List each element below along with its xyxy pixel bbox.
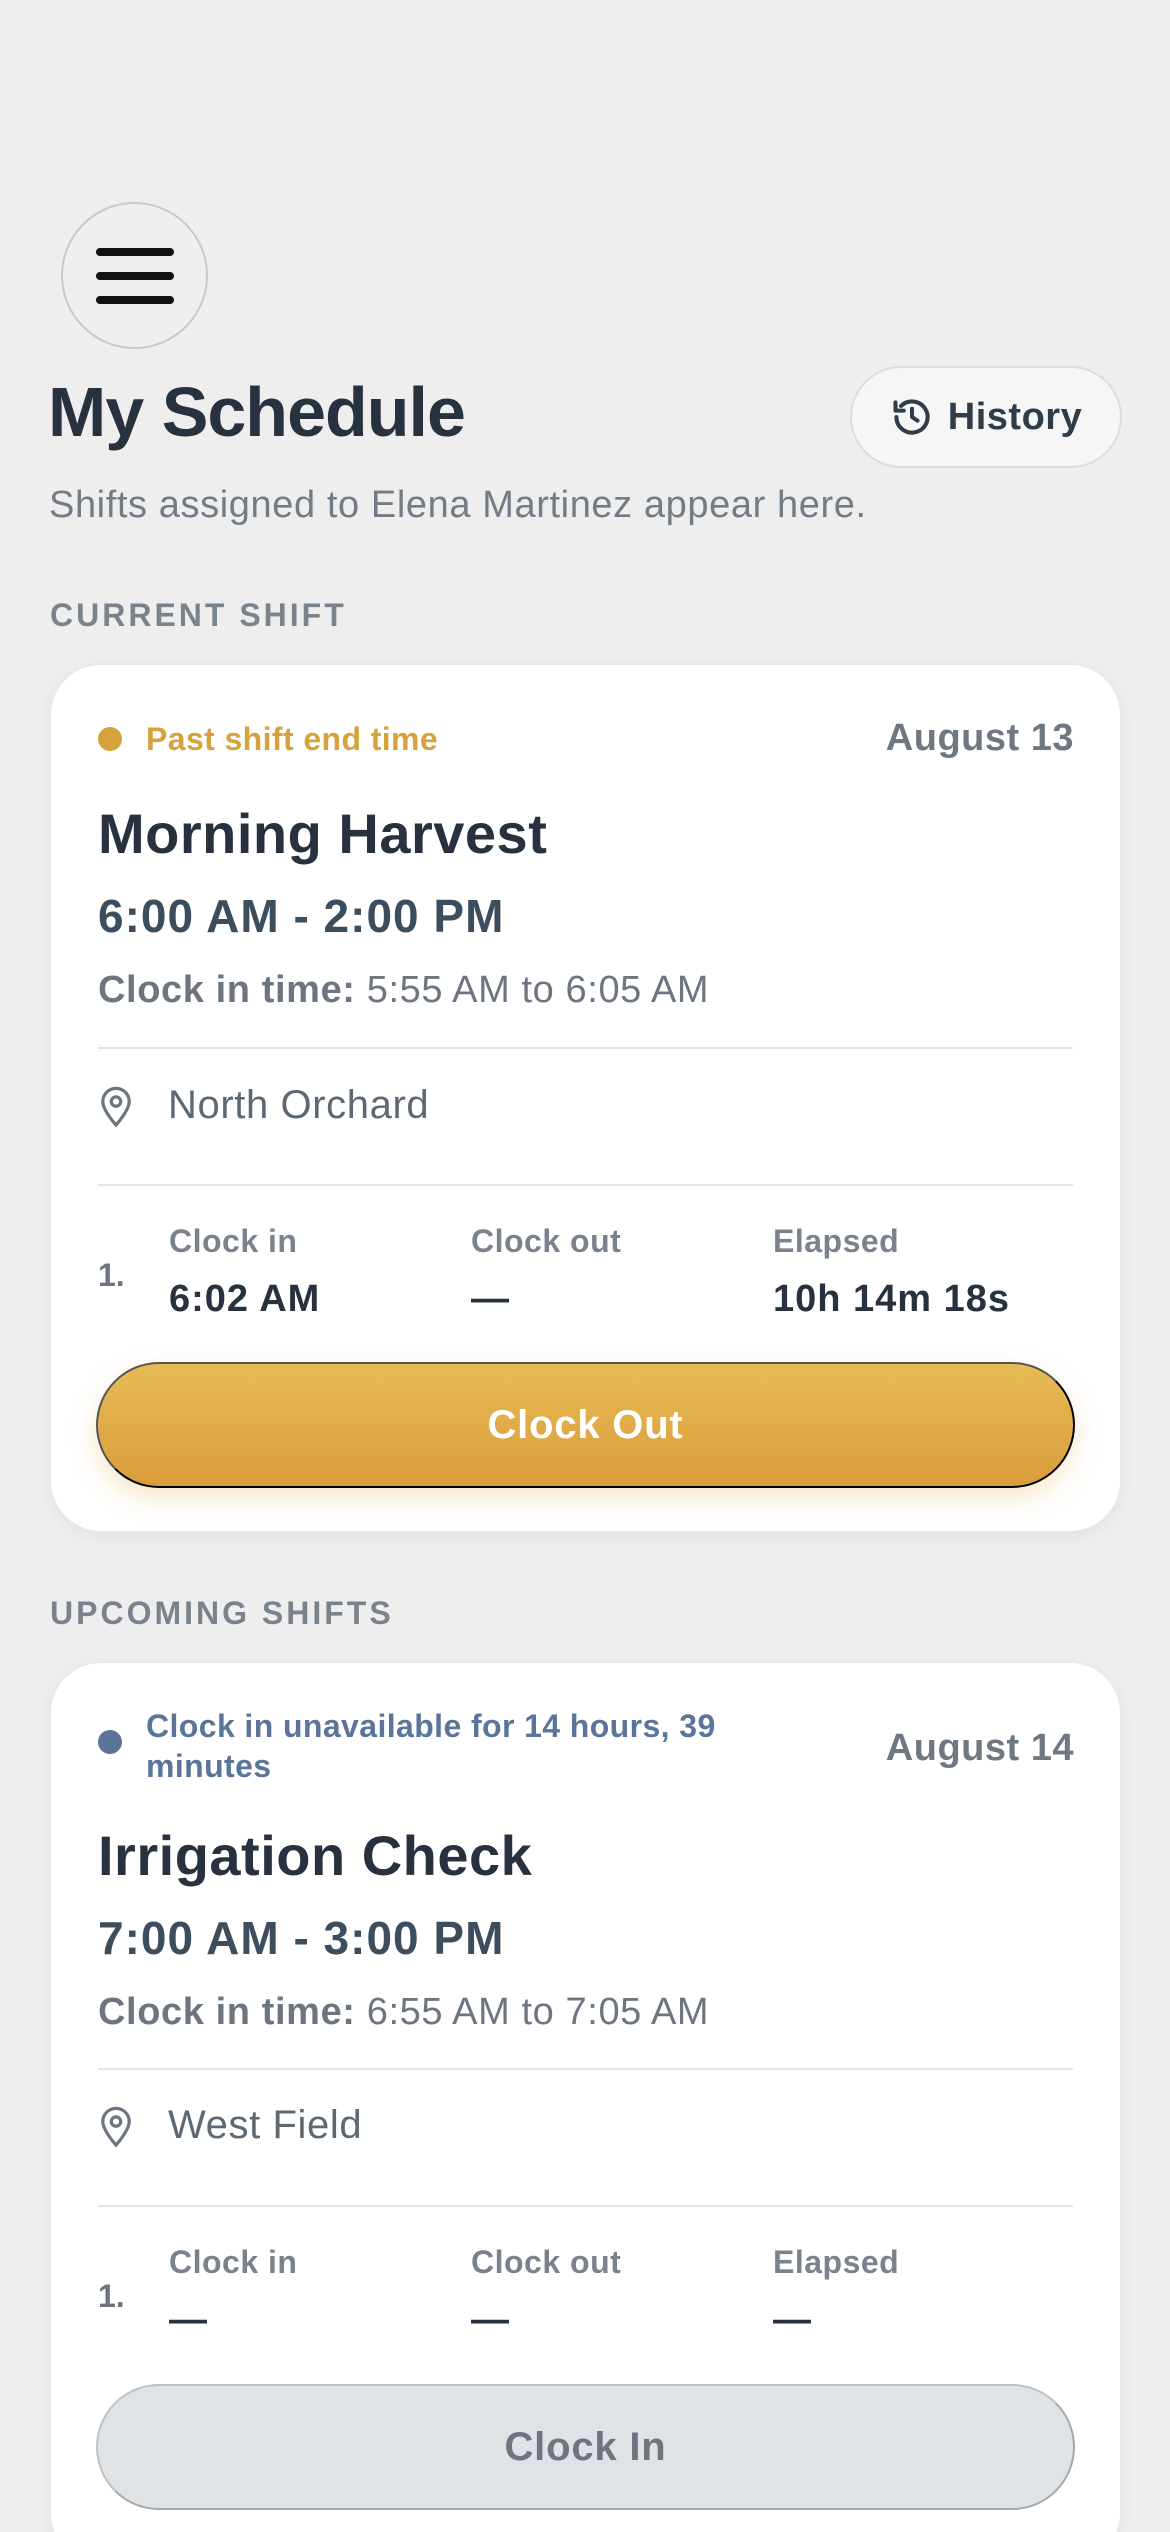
clock-in-window-value: 6:55 AM to 7:05 AM [366,1991,710,2033]
shift-status: Clock in unavailable for 14 hours, 39 mi… [98,1706,818,1786]
clock-in-value: — [169,2299,208,2341]
location-name: West Field [168,2103,363,2147]
clock-in-window: Clock in time: 5:55 AM to 6:05 AM [98,969,709,1012]
clock-in-label: Clock in [169,2244,298,2280]
clock-out-label: Clock out [471,2244,622,2280]
history-label: History [947,395,1083,438]
section-label-current: CURRENT SHIFT [50,597,347,633]
page-subtitle: Shifts assigned to Elena Martinez appear… [49,484,867,526]
clock-in-button[interactable]: Clock In [96,2384,1075,2510]
history-clock-icon [893,399,930,435]
entry-number: 1. [98,2278,125,2314]
hamburger-menu-icon [95,247,174,304]
page-title: My Schedule [48,373,466,451]
clock-in-window-label: Clock in time: [98,969,356,1011]
status-dot-icon [98,1730,122,1754]
clock-in-column: Clock in — [169,2244,297,2342]
clock-out-button[interactable]: Clock Out [96,1362,1075,1488]
elapsed-label: Elapsed [773,2244,900,2280]
clock-out-column: Clock out — [471,2244,621,2342]
history-button[interactable]: History [850,366,1122,468]
elapsed-label: Elapsed [773,1223,900,1259]
shift-location: West Field [98,2103,362,2148]
status-text: Clock in unavailable for 14 hours, 39 mi… [146,1708,716,1784]
divider [98,1184,1073,1186]
clock-out-column: Clock out — [471,1223,621,1321]
clock-out-value: — [471,2299,510,2341]
location-name: North Orchard [168,1083,430,1127]
shift-location: North Orchard [98,1083,429,1128]
clock-in-window-label: Clock in time: [98,1991,356,2033]
clock-in-window: Clock in time: 6:55 AM to 7:05 AM [98,1991,709,2034]
shift-time: 6:00 AM - 2:00 PM [98,890,505,942]
map-pin-icon [101,2106,131,2147]
divider [98,2068,1073,2070]
current-shift-card: Past shift end time August 13 Morning Ha… [51,665,1120,1531]
clock-in-label: Clock in [169,1223,298,1259]
status-text: Past shift end time [146,721,439,757]
menu-button[interactable] [61,202,208,349]
shift-date: August 13 [885,717,1074,759]
shift-status: Past shift end time [98,719,438,759]
shift-name: Irrigation Check [98,1824,533,1887]
map-pin-icon [101,1086,131,1127]
elapsed-column: Elapsed — [773,2244,899,2342]
elapsed-value: 10h 14m 18s [773,1278,1011,1320]
clock-in-value: 6:02 AM [169,1278,321,1320]
divider [98,1047,1073,1049]
clock-in-window-value: 5:55 AM to 6:05 AM [366,969,710,1011]
elapsed-value: — [773,2299,812,2341]
upcoming-shift-card: Clock in unavailable for 14 hours, 39 mi… [51,1663,1120,2532]
clock-out-value: — [471,1278,510,1320]
shift-name: Morning Harvest [98,802,548,865]
status-dot-icon [98,727,122,751]
divider [98,2205,1073,2207]
clock-out-label: Clock out [471,1223,622,1259]
elapsed-column: Elapsed 10h 14m 18s [773,1223,1010,1321]
clock-in-column: Clock in 6:02 AM [169,1223,320,1321]
shift-date: August 14 [885,1727,1074,1769]
shift-time: 7:00 AM - 3:00 PM [98,1912,505,1964]
section-label-upcoming: UPCOMING SHIFTS [50,1595,394,1631]
entry-number: 1. [98,1257,125,1293]
